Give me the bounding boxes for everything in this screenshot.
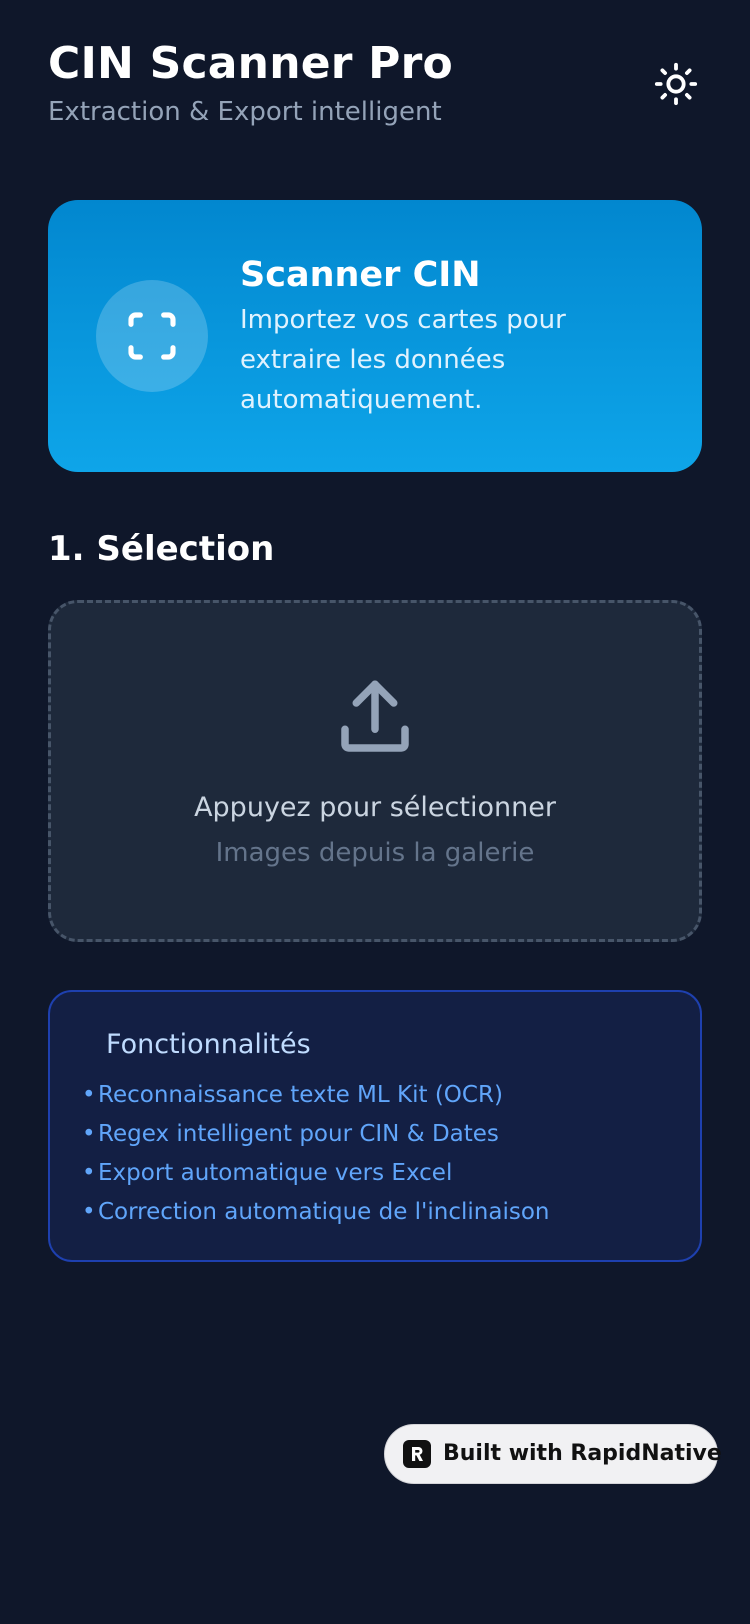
feature-item: • Regex intelligent pour CIN & Dates (82, 1115, 549, 1154)
header: CIN Scanner Pro Extraction & Export inte… (48, 36, 702, 136)
features-card: Fonctionnalités • Reconnaissance texte ML… (48, 990, 702, 1262)
badge-label: Built with RapidNative (443, 1441, 722, 1466)
theme-toggle-button[interactable] (650, 58, 702, 110)
built-with-rapidnative-badge[interactable]: Built with RapidNative (384, 1424, 722, 1484)
app-title: CIN Scanner Pro (48, 38, 453, 89)
bullet: • (82, 1160, 96, 1186)
image-picker-dropzone[interactable]: Appuyez pour sélectionner Images depuis … (48, 600, 702, 942)
scan-frame-icon (128, 312, 176, 360)
app-screen: CIN Scanner Pro Extraction & Export inte… (0, 0, 750, 1624)
feature-text: Reconnaissance texte ML Kit (OCR) (98, 1082, 503, 1108)
feature-text: Correction automatique de l'inclinaison (98, 1199, 550, 1225)
hero-text: Scanner CIN Importez vos cartes pour ext… (240, 252, 670, 420)
selection-section-title: 1. Sélection (48, 529, 275, 569)
hero-title: Scanner CIN (240, 255, 481, 295)
rapidnative-glyph-icon (412, 1447, 423, 1461)
feature-item: • Reconnaissance texte ML Kit (OCR) (82, 1076, 549, 1115)
bullet: • (82, 1199, 96, 1225)
sun-icon (654, 62, 698, 106)
bullet: • (82, 1082, 96, 1108)
feature-text: Regex intelligent pour CIN & Dates (98, 1121, 499, 1147)
features-title: Fonctionnalités (106, 1029, 311, 1060)
feature-item: • Correction automatique de l'inclinaison (82, 1193, 549, 1232)
scanner-hero-card[interactable]: Scanner CIN Importez vos cartes pour ext… (48, 200, 702, 472)
feature-item: • Export automatique vers Excel (82, 1154, 549, 1193)
app-subtitle: Extraction & Export intelligent (48, 97, 442, 127)
dropzone-prompt: Appuyez pour sélectionner (194, 792, 556, 823)
rapidnative-logo-icon (403, 1440, 431, 1468)
upload-icon (341, 680, 409, 752)
feature-text: Export automatique vers Excel (98, 1160, 453, 1186)
dropzone-hint: Images depuis la galerie (215, 838, 535, 868)
hero-icon-container (96, 280, 208, 392)
feature-list: • Reconnaissance texte ML Kit (OCR) • Rege… (82, 1076, 549, 1232)
bullet: • (82, 1121, 96, 1147)
hero-description: Importez vos cartes pour extraire les do… (240, 305, 566, 415)
